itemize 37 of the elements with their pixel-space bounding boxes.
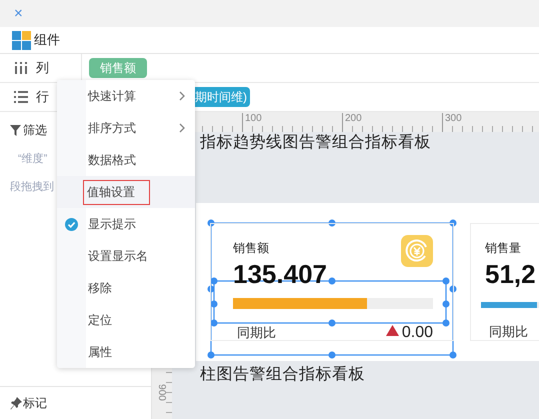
kpi-label: 销售量	[485, 240, 521, 257]
menu-item[interactable]: 定位	[57, 304, 195, 336]
compare-label: 同期比	[489, 323, 528, 341]
columns-icon	[14, 62, 28, 74]
chevron-icon	[179, 123, 185, 133]
compare-label: 同期比	[237, 324, 276, 342]
grid-icon	[12, 30, 31, 50]
kpi-label: 销售额	[233, 240, 269, 257]
menu-item[interactable]: 移除	[57, 272, 195, 304]
list-icon	[14, 91, 28, 103]
kpi-value: 51,2	[485, 260, 537, 288]
compare-value: 0.00	[402, 324, 433, 342]
shelf-label: 列	[36, 59, 49, 77]
menu-item[interactable]: 数据格式	[57, 144, 195, 176]
coin-icon	[401, 235, 433, 267]
chevron-icon	[179, 91, 185, 101]
toolbar-title: 组件	[34, 31, 60, 49]
chart-title: 指标趋势线图告警组合指标看板	[200, 132, 432, 153]
menu-item[interactable]: 属性	[57, 336, 195, 368]
menu-item[interactable]: 显示提示	[57, 208, 195, 240]
ruler-label: 900	[156, 384, 167, 401]
up-triangle-icon	[386, 324, 399, 336]
shelf-label: 行	[36, 88, 49, 106]
menu-item[interactable]: 值轴设置	[57, 176, 195, 208]
pin-icon	[10, 396, 22, 410]
marks-label: 标记	[23, 394, 47, 412]
menu-item[interactable]: 排序方式	[57, 112, 195, 144]
hint-text: “维度”	[18, 153, 48, 165]
check-icon	[65, 218, 78, 230]
menu-item[interactable]: 设置显示名	[57, 240, 195, 272]
kpi-card[interactable]: 销售量 51,2 同期比	[470, 223, 539, 341]
chart-title: 柱图告警组合指标看板	[200, 364, 366, 385]
menu-item[interactable]: 快速计算	[57, 80, 195, 112]
filter-icon	[10, 125, 21, 136]
selection-frame[interactable]	[207, 219, 457, 359]
hint-text: 段拖拽到	[10, 181, 54, 193]
filter-label: 筛选	[23, 122, 47, 139]
